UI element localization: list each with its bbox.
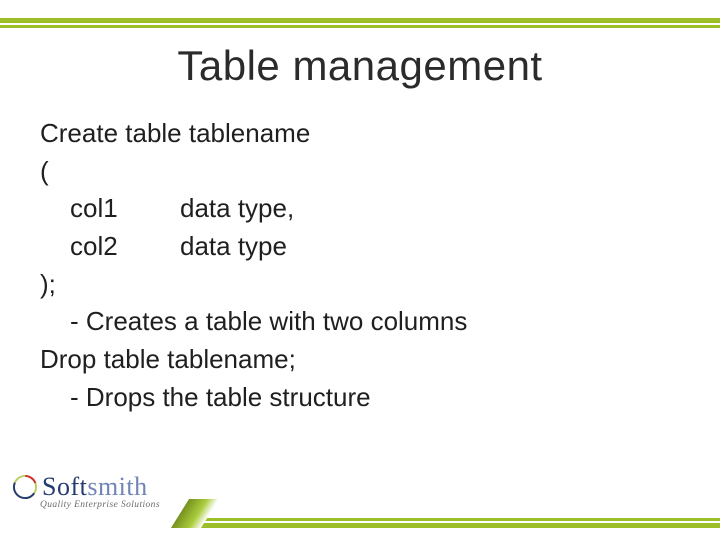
column-name: col1 xyxy=(70,190,180,228)
logo-tagline: Quality Enterprise Solutions xyxy=(12,500,192,510)
bottom-band-cutout xyxy=(0,518,196,528)
logo-top-row: Softsmith xyxy=(12,472,192,502)
logo-word-light: smith xyxy=(87,472,147,501)
code-line: col2data type xyxy=(40,228,680,266)
logo-wordmark: Softsmith xyxy=(42,472,148,502)
slide: Table management Create table tablename … xyxy=(0,0,720,540)
slide-body: Create table tablename ( col1data type, … xyxy=(40,115,680,417)
bullet-line: - Creates a table with two columns xyxy=(40,303,680,341)
code-line: ( xyxy=(40,153,680,191)
bullet-line: - Drops the table structure xyxy=(40,379,680,417)
code-line: Create table tablename xyxy=(40,115,680,153)
logo-word-dark: Soft xyxy=(42,472,87,501)
code-line: Drop table tablename; xyxy=(40,341,680,379)
code-line: col1data type, xyxy=(40,190,680,228)
column-type: data type xyxy=(180,231,287,261)
column-type: data type, xyxy=(180,193,294,223)
brand-logo: Softsmith Quality Enterprise Solutions xyxy=(12,472,192,510)
top-band-highlight xyxy=(0,23,720,25)
slide-title: Table management xyxy=(0,42,720,90)
logo-mark-icon xyxy=(12,474,38,500)
code-line: ); xyxy=(40,266,680,304)
column-name: col2 xyxy=(70,228,180,266)
